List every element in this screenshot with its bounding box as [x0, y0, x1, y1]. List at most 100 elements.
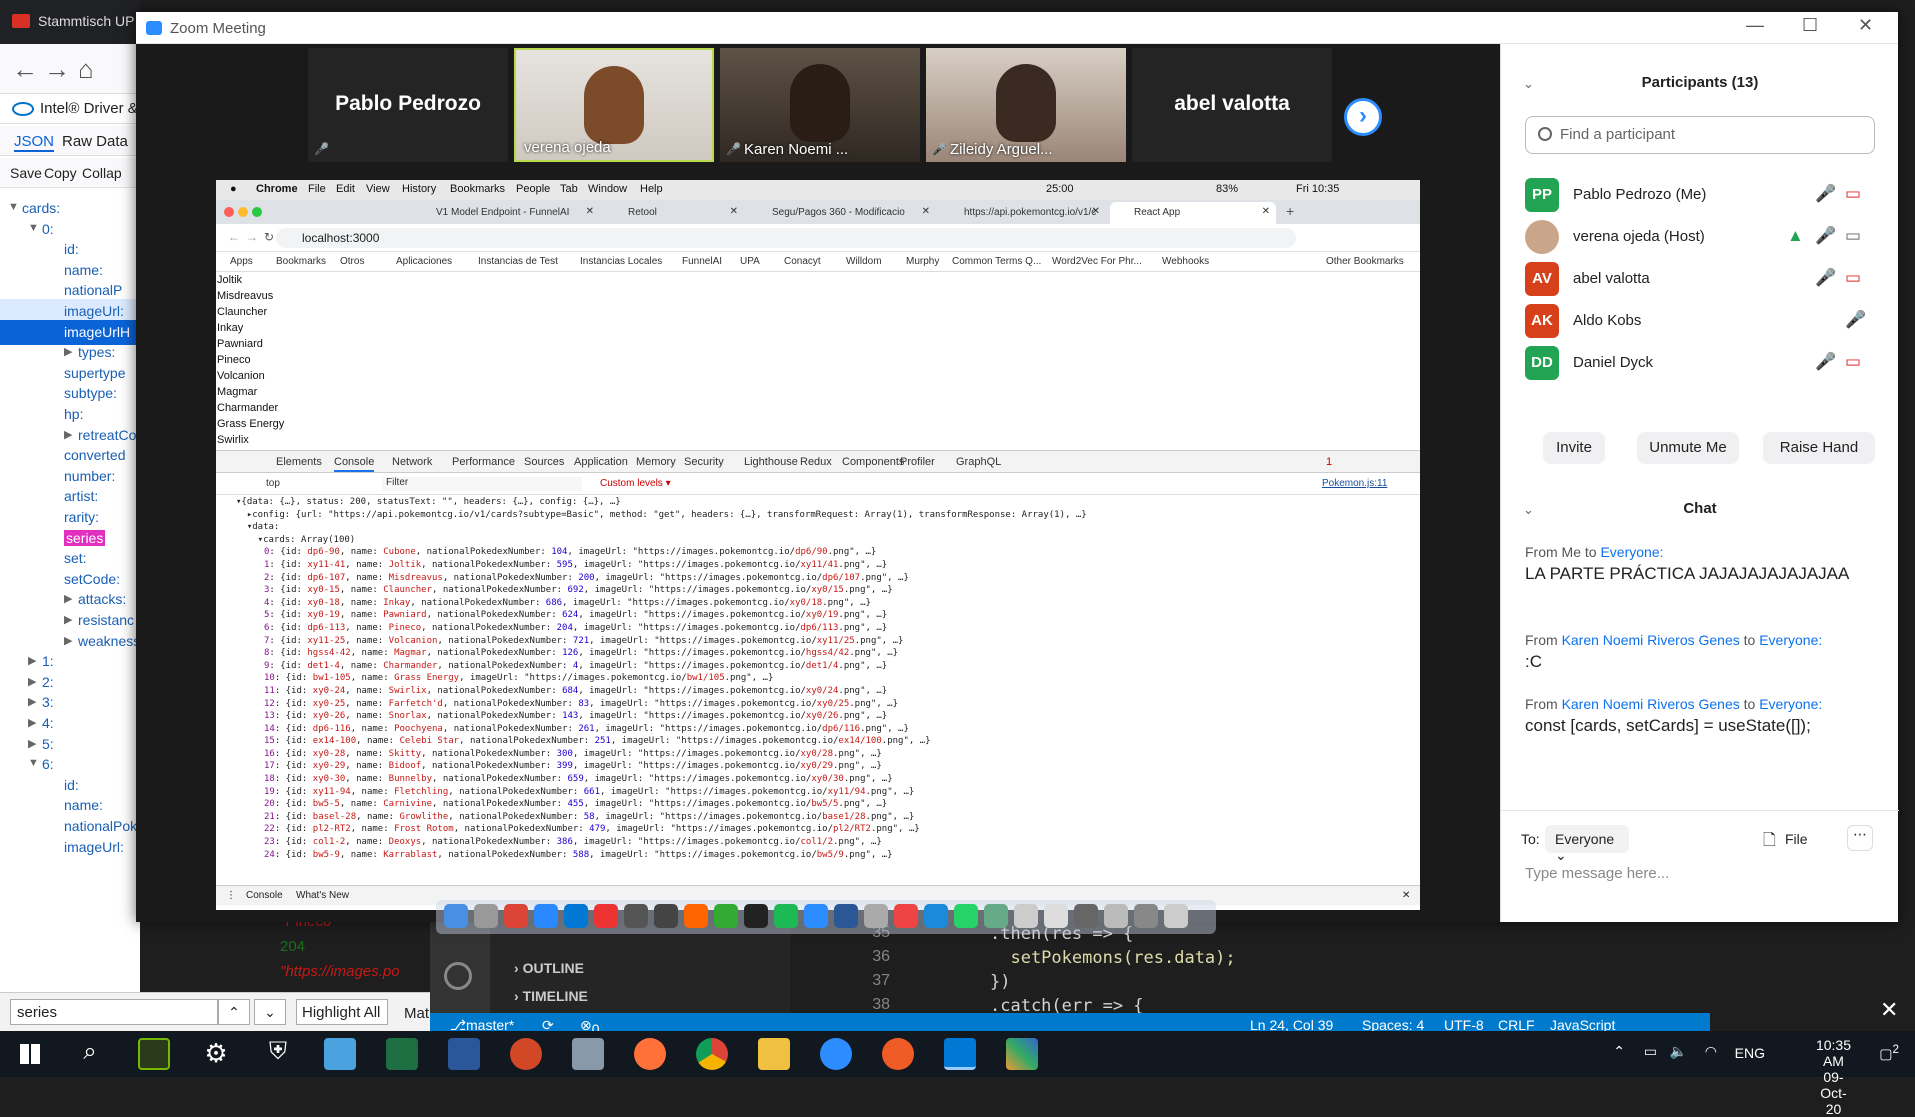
nvidia-icon[interactable]: [138, 1038, 170, 1070]
mic-icon[interactable]: 🎤: [1815, 226, 1836, 246]
participant-row[interactable]: AK Aldo Kobs 🎤: [1525, 300, 1885, 340]
battery-icon[interactable]: ▭: [1644, 1043, 1657, 1060]
next-page-button[interactable]: ›: [1344, 98, 1382, 136]
more-icon[interactable]: ⋯: [1847, 825, 1873, 851]
volume-icon[interactable]: 🔈: [1670, 1043, 1687, 1060]
video-tile[interactable]: verena ojeda: [514, 48, 714, 162]
url-field: localhost:3000: [276, 228, 1296, 248]
participant-search-input[interactable]: Find a participant: [1525, 116, 1875, 154]
postman-icon[interactable]: [882, 1038, 914, 1070]
twisty-icon[interactable]: ▶: [28, 716, 36, 729]
firefox-icon[interactable]: [634, 1038, 666, 1070]
twisty-icon[interactable]: ▶: [28, 675, 36, 688]
dock-app-icon: [1014, 904, 1038, 928]
shield-icon[interactable]: ⛨: [262, 1038, 294, 1070]
twisty-icon[interactable]: ▶: [64, 634, 72, 647]
vscode-icon[interactable]: [944, 1038, 976, 1070]
tab-raw-data[interactable]: Raw Data: [62, 133, 128, 150]
mic-muted-icon[interactable]: 🎤: [1815, 184, 1836, 204]
collapse-button[interactable]: Collap: [82, 165, 122, 181]
unmute-me-button[interactable]: Unmute Me: [1637, 432, 1739, 464]
word-icon[interactable]: [448, 1038, 480, 1070]
wifi-icon[interactable]: ◠: [1705, 1043, 1717, 1060]
app-icon[interactable]: [572, 1038, 604, 1070]
twisty-icon[interactable]: ▶: [28, 695, 36, 708]
participant-row[interactable]: DD Daniel Dyck 🎤 ▭: [1525, 342, 1885, 382]
home-icon[interactable]: ⌂: [78, 54, 94, 85]
start-icon[interactable]: [14, 1038, 46, 1070]
file-button[interactable]: File: [1785, 831, 1808, 847]
app-icon[interactable]: [1006, 1038, 1038, 1070]
find-input[interactable]: series: [10, 999, 218, 1025]
json-key: 6:: [42, 756, 54, 773]
forward-icon[interactable]: →: [44, 54, 70, 85]
close-icon[interactable]: ✕: [1880, 997, 1898, 1023]
twisty-icon[interactable]: ▶: [28, 737, 36, 750]
bookmark-item[interactable]: Intel® Driver &: [40, 100, 138, 117]
clock[interactable]: 10:35 AM 09-Oct-20: [1816, 1037, 1851, 1117]
twisty-icon[interactable]: ▶: [64, 592, 72, 605]
maximize-icon[interactable]: ☐: [1802, 15, 1818, 36]
firefox-tab[interactable]: Stammtisch UP: [0, 0, 140, 44]
highlight-all-checkbox[interactable]: Highlight All: [296, 999, 388, 1025]
settings-icon[interactable]: ⚙: [200, 1038, 232, 1070]
powerpoint-icon[interactable]: [510, 1038, 542, 1070]
minimize-icon[interactable]: —: [1746, 15, 1764, 36]
video-icon[interactable]: ▭: [1845, 226, 1861, 246]
invite-button[interactable]: Invite: [1543, 432, 1605, 464]
twisty-icon[interactable]: ▶: [64, 613, 72, 626]
save-button[interactable]: Save: [10, 165, 42, 181]
message-to[interactable]: Everyone:: [1600, 544, 1663, 560]
code-editor[interactable]: .then(res => { setPokemons(res.data); })…: [990, 920, 1690, 1016]
search-icon[interactable]: ⌕: [74, 1038, 106, 1070]
video-tile[interactable]: abel valotta: [1132, 48, 1332, 162]
settings-gear-icon[interactable]: [444, 962, 472, 990]
twisty-icon[interactable]: ▶: [28, 654, 36, 667]
twisty-icon[interactable]: ▶: [64, 428, 72, 441]
participant-row[interactable]: PP Pablo Pedrozo (Me) 🎤 ▭: [1525, 174, 1885, 214]
message-to[interactable]: Everyone:: [1759, 696, 1822, 712]
chrome-icon[interactable]: [696, 1038, 728, 1070]
language-indicator[interactable]: ENG: [1735, 1045, 1765, 1061]
participant-row[interactable]: verena ojeda (Host) ▲ 🎤 ▭: [1525, 216, 1885, 256]
message-to[interactable]: Everyone:: [1759, 632, 1822, 648]
pokemon-list-item: Charmander: [217, 402, 279, 414]
message-input[interactable]: Type message here...: [1525, 865, 1669, 882]
mic-muted-icon[interactable]: 🎤: [1815, 352, 1836, 372]
json-tree-row[interactable]: imageUrl:: [0, 835, 140, 860]
mic-icon[interactable]: 🎤: [1815, 268, 1836, 288]
tray-chevron-icon[interactable]: ⌃: [1613, 1043, 1625, 1060]
twisty-icon[interactable]: ▼: [28, 757, 39, 769]
excel-icon[interactable]: [386, 1038, 418, 1070]
find-next-button[interactable]: ⌄: [254, 999, 286, 1025]
video-off-icon[interactable]: ▭: [1845, 268, 1861, 288]
video-off-icon[interactable]: ▭: [1845, 352, 1861, 372]
share-icon[interactable]: ▲: [1787, 226, 1804, 246]
close-icon[interactable]: ✕: [1858, 15, 1873, 36]
file-icon[interactable]: 🗋: [1763, 829, 1776, 856]
video-tile[interactable]: 🎤 Karen Noemi ...: [720, 48, 920, 162]
twisty-icon[interactable]: ▼: [28, 222, 39, 234]
video-off-icon[interactable]: ▭: [1845, 184, 1861, 204]
tab-json[interactable]: JSON: [14, 133, 55, 152]
notifications-icon[interactable]: ▢2: [1879, 1043, 1899, 1063]
file-explorer-icon[interactable]: [758, 1038, 790, 1070]
participant-row[interactable]: AV abel valotta 🎤 ▭: [1525, 258, 1885, 298]
mic-icon[interactable]: 🎤: [1845, 310, 1866, 330]
copy-button[interactable]: Copy: [44, 165, 77, 181]
zoom-icon[interactable]: [820, 1038, 852, 1070]
recipient-select[interactable]: Everyone ⌄: [1545, 825, 1629, 863]
raise-hand-button[interactable]: Raise Hand: [1763, 432, 1875, 464]
notepad-icon[interactable]: [324, 1038, 356, 1070]
message-sender[interactable]: Karen Noemi Riveros Genes: [1562, 696, 1740, 712]
back-icon[interactable]: ←: [12, 54, 38, 85]
match-case-label[interactable]: Mat: [404, 1005, 429, 1022]
outline-section[interactable]: › OUTLINE: [514, 960, 584, 976]
timeline-section[interactable]: › TIMELINE: [514, 988, 588, 1004]
find-previous-button[interactable]: ⌃: [218, 999, 250, 1025]
twisty-icon[interactable]: ▼: [8, 201, 19, 213]
twisty-icon[interactable]: ▶: [64, 345, 72, 358]
video-tile[interactable]: 🎤 Zileidy Arguel...: [926, 48, 1126, 162]
video-tile[interactable]: Pablo Pedrozo 🎤: [308, 48, 508, 162]
message-sender[interactable]: Karen Noemi Riveros Genes: [1562, 632, 1740, 648]
